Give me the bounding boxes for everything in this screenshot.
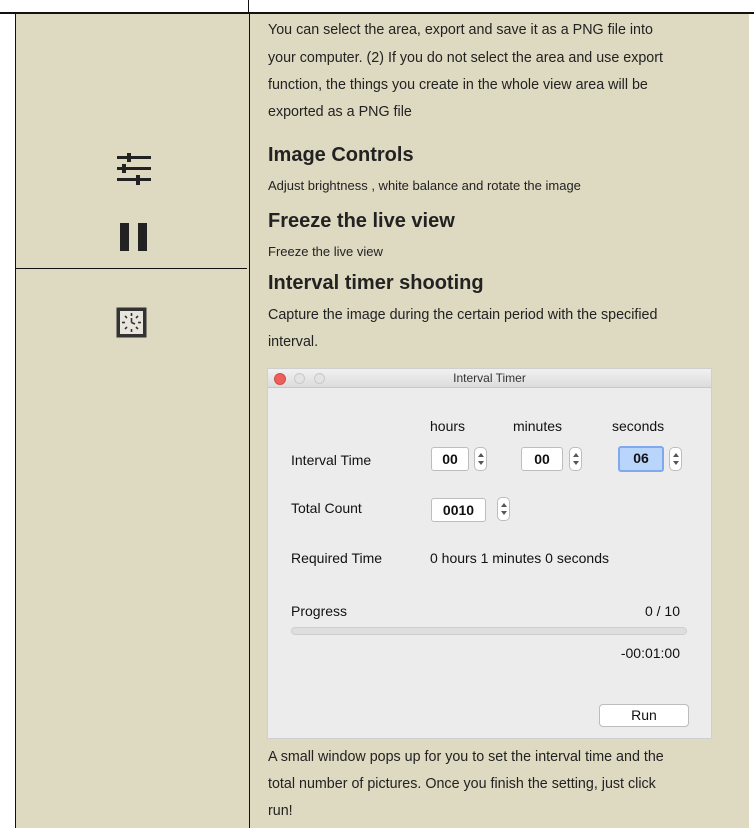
hours-stepper[interactable] [474,447,487,471]
row-divider [15,268,247,269]
seconds-field[interactable]: 06 [618,446,664,472]
table-top-edge [0,0,754,14]
outro-line-1: A small window pops up for you to set th… [268,749,664,765]
seconds-column-label: seconds [612,418,665,434]
intro-line-4: exported as a PNG file [268,104,412,120]
image-controls-heading: Image Controls [268,144,414,166]
freeze-desc: Freeze the live view [268,244,383,259]
required-time-label: Required Time [291,550,383,566]
icon-column [15,14,250,828]
minutes-field[interactable]: 00 [521,447,563,471]
image-controls-desc: Adjust brightness , white balance and ro… [268,178,581,193]
interval-time-label: Interval Time [291,452,372,468]
outro-line-2: total number of pictures. Once you finis… [268,776,656,792]
clock-icon [116,307,148,339]
intro-line-1: You can select the area, export and save… [268,22,653,38]
minutes-stepper[interactable] [569,447,582,471]
progress-bar [291,627,687,635]
intro-line-3: function, the things you create in the w… [268,77,648,93]
freeze-heading: Freeze the live view [268,210,455,232]
interval-heading: Interval timer shooting [268,272,484,294]
total-count-field[interactable]: 0010 [431,498,486,522]
page-margin [749,14,754,828]
run-button[interactable]: Run [599,704,689,727]
dialog-titlebar: Interval Timer [268,369,711,388]
remaining-time: -00:01:00 [620,645,680,661]
total-count-label: Total Count [291,500,362,516]
interval-desc-line-2: interval. [268,334,319,350]
progress-label: Progress [291,603,348,619]
hours-column-label: hours [430,418,466,434]
interval-desc-line-1: Capture the image during the certain per… [268,307,658,323]
total-count-stepper[interactable] [497,497,510,521]
required-time-value: 0 hours 1 minutes 0 seconds [430,550,609,566]
hours-field[interactable]: 00 [431,447,469,471]
seconds-stepper[interactable] [669,447,682,471]
outro-line-3: run! [268,803,293,819]
sliders-icon [114,153,154,187]
document-page: You can select the area, export and save… [0,0,754,828]
pause-icon [117,223,153,253]
progress-count: 0 / 10 [644,603,680,619]
intro-line-2: your computer. (2) If you do not select … [268,50,663,66]
minutes-column-label: minutes [513,418,563,434]
dialog-title: Interval Timer [453,371,526,385]
